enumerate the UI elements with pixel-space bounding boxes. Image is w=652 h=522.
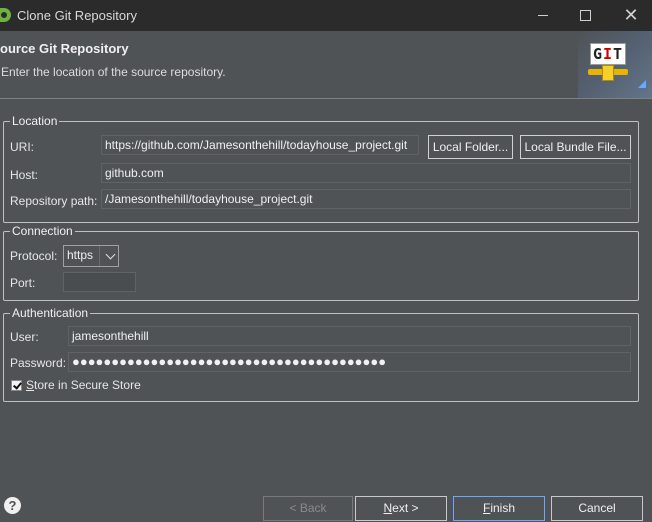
store-in-secure-store-label[interactable]: Store in Secure Store xyxy=(26,378,141,392)
window-title: Clone Git Repository xyxy=(17,8,137,23)
local-bundle-file-button[interactable]: Local Bundle File... xyxy=(520,135,631,159)
store-in-secure-store-checkbox[interactable] xyxy=(11,380,22,391)
next-label-text: ext > xyxy=(392,501,419,515)
finish-button[interactable]: Finish xyxy=(453,496,545,521)
authentication-group: Authentication User: jamesonthehill Pass… xyxy=(3,306,639,402)
location-legend: Location xyxy=(10,114,60,128)
maximize-icon xyxy=(579,10,591,22)
port-input[interactable] xyxy=(63,272,136,292)
repository-path-label: Repository path: xyxy=(10,194,98,208)
store-mnemonic: S xyxy=(26,378,35,392)
minimize-icon xyxy=(538,15,548,17)
authentication-legend: Authentication xyxy=(10,306,91,320)
cancel-button[interactable]: Cancel xyxy=(551,496,643,521)
help-icon[interactable]: ? xyxy=(4,497,21,514)
store-label-text: tore in Secure Store xyxy=(34,378,141,392)
uri-label: URI: xyxy=(10,140,34,154)
close-button[interactable]: ✕ xyxy=(608,0,652,31)
password-label: Password: xyxy=(10,356,67,370)
spring-app-icon xyxy=(0,8,11,22)
protocol-select[interactable]: https xyxy=(63,245,119,267)
next-button[interactable]: Next > xyxy=(355,496,447,521)
next-mnemonic: N xyxy=(383,501,393,515)
git-pipe-joint-graphic xyxy=(602,65,614,81)
protocol-selected-value: https xyxy=(67,248,94,262)
back-button[interactable]: < Back xyxy=(263,496,353,521)
maximize-button[interactable] xyxy=(562,0,608,31)
page-title: ource Git Repository xyxy=(0,41,129,56)
connection-group: Connection Protocol: https Port: xyxy=(3,224,639,301)
corner-mark-icon xyxy=(638,80,646,88)
connection-legend: Connection xyxy=(10,224,75,238)
user-input[interactable]: jamesonthehill xyxy=(68,326,631,346)
host-input[interactable]: github.com xyxy=(101,163,631,183)
close-icon: ✕ xyxy=(623,5,639,25)
chevron-down-icon xyxy=(105,249,116,260)
title-bar: Clone Git Repository ✕ xyxy=(0,0,652,31)
git-logo-icon: GIT xyxy=(578,31,652,98)
page-description: Enter the location of the source reposit… xyxy=(1,65,226,79)
password-input[interactable]: ●●●●●●●●●●●●●●●●●●●●●●●●●●●●●●●●●●●●●●●● xyxy=(68,352,631,372)
protocol-label: Protocol: xyxy=(10,249,58,263)
minimize-button[interactable] xyxy=(520,0,566,31)
local-folder-button[interactable]: Local Folder... xyxy=(428,135,513,159)
git-logo-text: GIT xyxy=(590,43,626,65)
user-label: User: xyxy=(10,330,39,344)
select-divider xyxy=(99,246,100,266)
uri-input[interactable]: https://github.com/Jamesonthehill/todayh… xyxy=(101,135,419,155)
finish-label-text: inish xyxy=(490,501,516,515)
port-label: Port: xyxy=(10,276,36,290)
repository-path-input[interactable]: /Jamesonthehill/todayhouse_project.git xyxy=(101,189,631,209)
location-group: Location URI: https://github.com/Jameson… xyxy=(3,114,639,223)
host-label: Host: xyxy=(10,168,39,182)
wizard-header: ource Git Repository Enter the location … xyxy=(0,31,652,99)
